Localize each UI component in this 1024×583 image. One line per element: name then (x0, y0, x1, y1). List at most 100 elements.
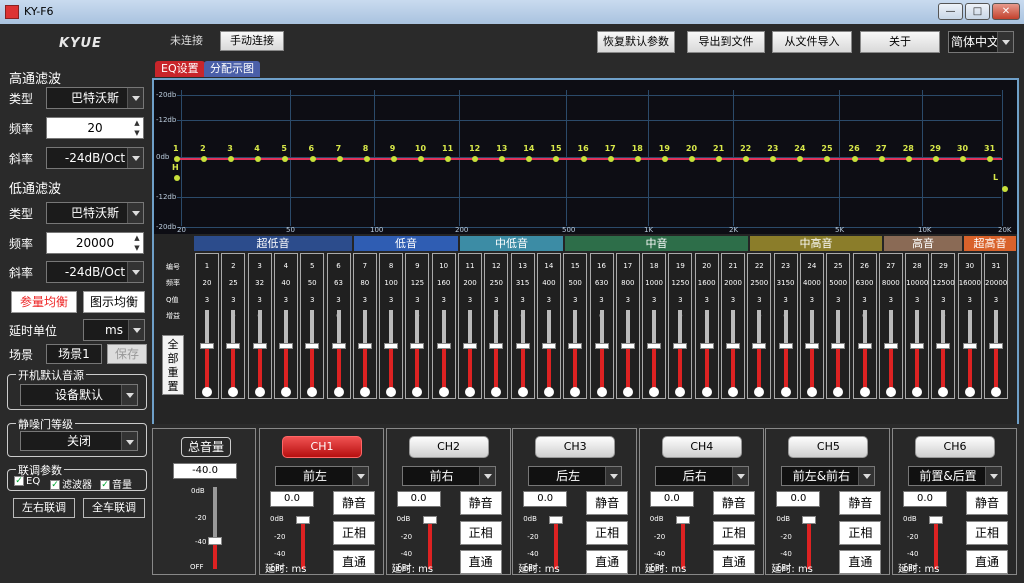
eq-point[interactable] (634, 156, 641, 162)
eq-point[interactable] (526, 156, 533, 162)
band-reset-dot[interactable] (254, 387, 265, 397)
band-gain-knob[interactable] (883, 343, 898, 349)
band-frequency[interactable]: 63 (328, 279, 350, 287)
language-select[interactable]: 简体中文 (948, 31, 1014, 53)
band-number[interactable]: 22 (748, 262, 770, 270)
band-gain-knob[interactable] (541, 343, 556, 349)
band-q-value[interactable]: 3 (301, 296, 323, 304)
eq-point[interactable] (417, 156, 424, 162)
band-q-value[interactable]: 3 (433, 296, 455, 304)
about-button[interactable]: 关于 (860, 31, 940, 53)
phase-button[interactable]: 正相 (839, 521, 882, 545)
noise-gate-select[interactable]: 关闭 (20, 431, 138, 451)
band-frequency[interactable]: 25 (222, 279, 244, 287)
band-gain-knob[interactable] (910, 343, 925, 349)
minimize-button[interactable]: — (938, 3, 963, 20)
eq-curve-graph[interactable]: -20db -12db 0db -12db -20db 20 50 100 200 500 1K 2K… (154, 80, 1017, 234)
band-q-value[interactable]: 3 (775, 296, 797, 304)
band-number[interactable]: 23 (775, 262, 797, 270)
band-reset-dot[interactable] (570, 387, 581, 397)
band-q-value[interactable]: 3 (222, 296, 244, 304)
channel-gain-knob[interactable] (802, 516, 817, 524)
band-gain-knob[interactable] (410, 343, 425, 349)
channel-gain-value[interactable]: 0.0 (270, 491, 314, 507)
band-frequency[interactable]: 2000 (722, 279, 744, 287)
eq-point[interactable] (336, 156, 343, 162)
band-frequency[interactable]: 2500 (748, 279, 770, 287)
band-reset-dot[interactable] (964, 387, 975, 397)
bypass-button[interactable]: 直通 (966, 550, 1008, 574)
bypass-button[interactable]: 直通 (839, 550, 882, 574)
band-number[interactable]: 21 (722, 262, 744, 270)
eq-point[interactable] (905, 156, 912, 162)
bypass-button[interactable]: 直通 (712, 550, 755, 574)
hp-freq-spinbox[interactable]: 20 ▲ ▼ (46, 117, 144, 139)
eq-point[interactable] (688, 156, 695, 162)
bypass-button[interactable]: 直通 (459, 550, 502, 574)
band-q-value[interactable]: 3 (459, 296, 481, 304)
master-volume-title[interactable]: 总音量 (181, 437, 231, 457)
band-frequency[interactable]: 8000 (880, 279, 902, 287)
channel-gain-knob[interactable] (296, 516, 310, 524)
band-q-value[interactable]: 3 (854, 296, 876, 304)
band-q-value[interactable]: 3 (722, 296, 744, 304)
band-frequency[interactable]: 80 (354, 279, 376, 287)
band-q-value[interactable]: 3 (564, 296, 586, 304)
boot-source-select[interactable]: 设备默认 (20, 384, 138, 406)
band-reset-dot[interactable] (833, 387, 844, 397)
band-number[interactable]: 24 (801, 262, 823, 270)
band-q-value[interactable]: 3 (538, 296, 560, 304)
band-q-value[interactable]: 3 (827, 296, 849, 304)
eq-point[interactable] (716, 156, 722, 162)
band-reset-dot[interactable] (780, 387, 791, 397)
lp-slope-select[interactable]: -24dB/Oct (46, 261, 144, 283)
eq-point[interactable] (987, 156, 993, 162)
band-frequency[interactable]: 250 (485, 279, 507, 287)
band-frequency[interactable]: 400 (538, 279, 560, 287)
band-reset-dot[interactable] (307, 387, 318, 397)
band-reset-dot[interactable] (728, 387, 738, 397)
graphic-eq-button[interactable]: 图示均衡 (83, 291, 145, 313)
band-frequency[interactable]: 200 (459, 279, 481, 287)
band-number[interactable]: 10 (433, 262, 455, 270)
eq-point[interactable] (445, 156, 451, 162)
eq-point[interactable] (607, 156, 614, 162)
eq-point[interactable] (661, 156, 668, 162)
band-frequency[interactable]: 20000 (985, 279, 1007, 287)
lp-type-select[interactable]: 巴特沃斯 (46, 202, 144, 224)
band-frequency[interactable]: 1250 (669, 279, 691, 287)
channel-gain-knob[interactable] (549, 516, 564, 524)
band-frequency[interactable]: 315 (512, 279, 534, 287)
band-frequency[interactable]: 500 (564, 279, 586, 287)
band-number[interactable]: 3 (249, 262, 271, 270)
band-gain-knob[interactable] (726, 343, 740, 349)
eq-point[interactable] (851, 156, 858, 162)
phase-button[interactable]: 正相 (459, 521, 502, 545)
output-position-select[interactable]: 后左 (528, 466, 623, 486)
band-number[interactable]: 12 (485, 262, 507, 270)
band-frequency[interactable]: 16000 (959, 279, 981, 287)
band-reset-dot[interactable] (228, 387, 239, 397)
channel-gain-knob[interactable] (675, 516, 690, 524)
band-number[interactable]: 7 (354, 262, 376, 270)
band-reset-dot[interactable] (386, 387, 397, 397)
delay-unit-select[interactable]: ms (83, 319, 145, 341)
eq-point[interactable] (282, 156, 289, 162)
mute-button[interactable]: 静音 (839, 491, 882, 515)
tab-crossover-view[interactable]: 分配示图 (204, 61, 260, 77)
band-q-value[interactable]: 3 (485, 296, 507, 304)
phase-button[interactable]: 正相 (333, 521, 375, 545)
band-q-value[interactable]: 3 (696, 296, 718, 304)
mute-button[interactable]: 静音 (966, 491, 1008, 515)
band-gain-knob[interactable] (857, 343, 872, 349)
maximize-button[interactable]: □ (965, 3, 990, 20)
band-gain-knob[interactable] (673, 343, 688, 349)
phase-button[interactable]: 正相 (712, 521, 755, 545)
band-gain-knob[interactable] (962, 343, 977, 349)
eq-point[interactable] (309, 156, 316, 162)
channel-gain-value[interactable]: 0.0 (776, 491, 821, 507)
band-reset-dot[interactable] (596, 387, 607, 397)
band-reset-dot[interactable] (333, 387, 344, 397)
band-q-value[interactable]: 3 (880, 296, 902, 304)
band-frequency[interactable]: 3150 (775, 279, 797, 287)
